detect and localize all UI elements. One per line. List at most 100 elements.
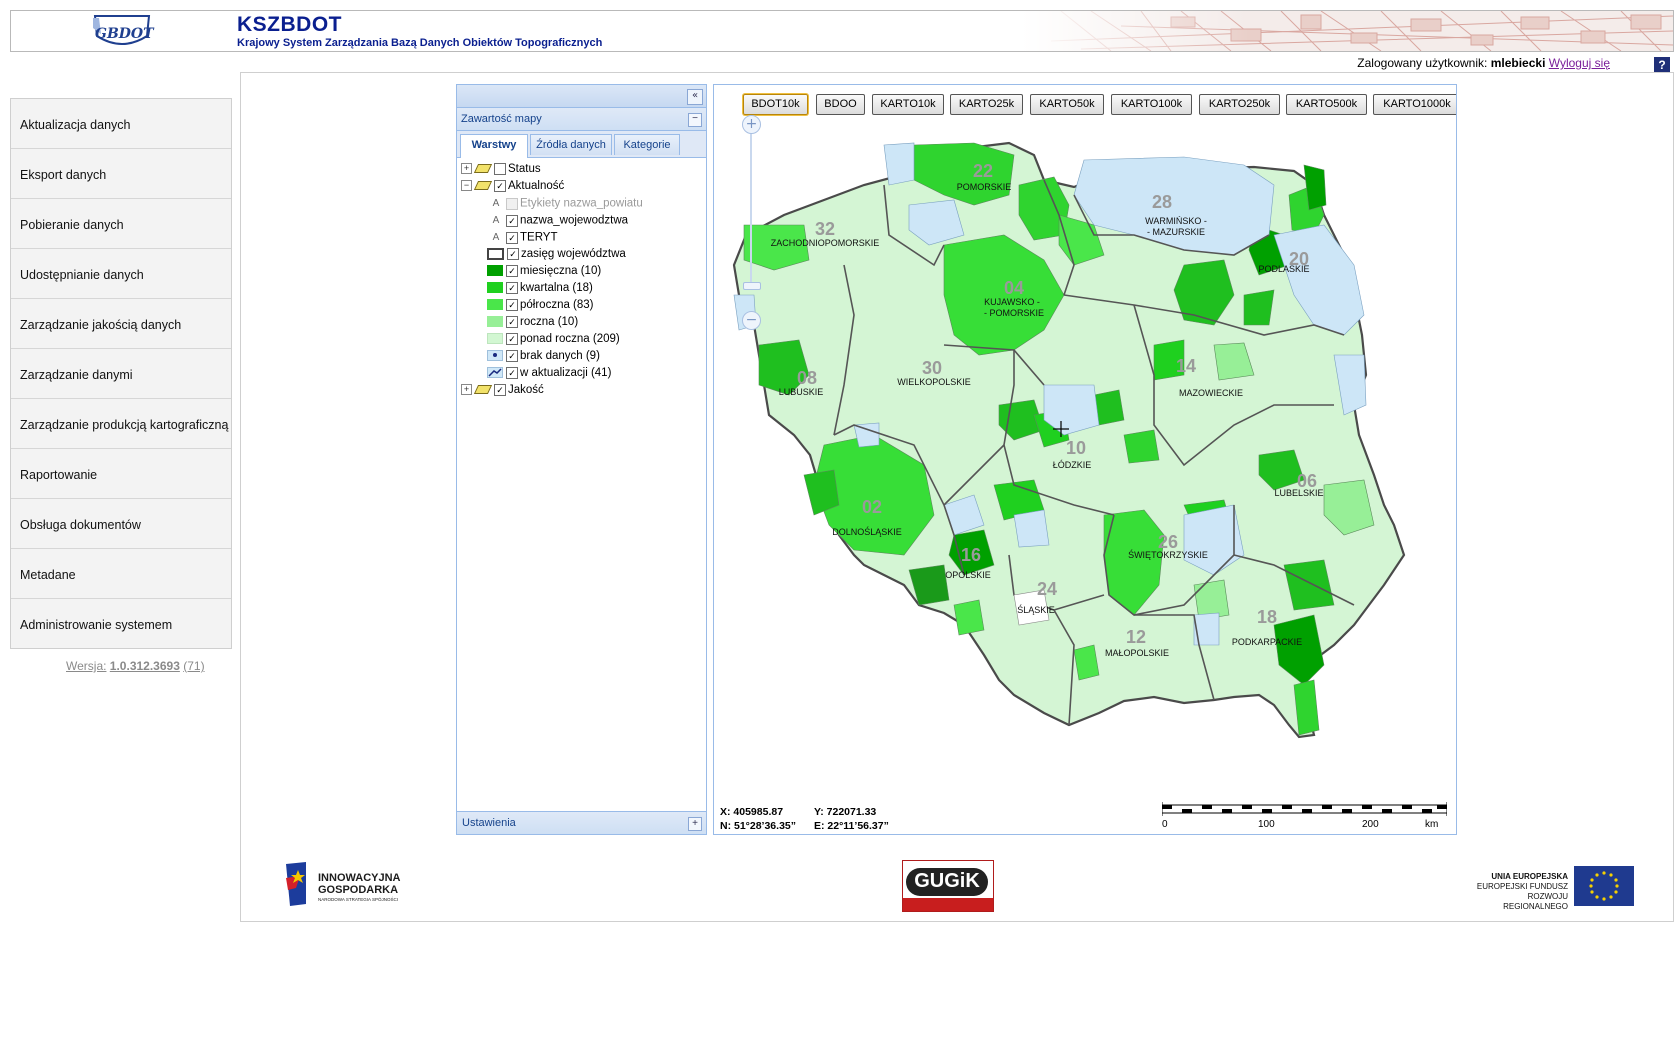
menu-item-produkcja-kartograficzna[interactable]: Zarządzanie produkcją kartograficzną: [11, 399, 231, 449]
gbdot-logo: GBDOT: [89, 14, 155, 50]
tree-node-aktualnosc[interactable]: − ✓ Aktualność: [461, 178, 564, 195]
scale-button-karto250k[interactable]: KARTO250k: [1199, 94, 1280, 115]
status-checkbox[interactable]: [494, 162, 506, 175]
collapse-icon[interactable]: −: [461, 180, 472, 192]
scale-button-karto1000k[interactable]: KARTO1000k: [1373, 94, 1456, 115]
zoom-out-icon[interactable]: −: [742, 311, 761, 330]
tree-node-brak-danych[interactable]: ✓ brak danych (9): [487, 348, 600, 365]
layer-group-icon: [473, 181, 493, 191]
kwartalna-checkbox[interactable]: ✓: [506, 281, 518, 294]
scale-button-karto25k[interactable]: KARTO25k: [950, 94, 1023, 115]
layer-panel-settings-bar[interactable]: Ustawienia +: [457, 811, 706, 834]
version-number: 1.0.312.3693: [109, 659, 180, 673]
region-name-12: MAŁOPOLSKIE: [1105, 648, 1169, 658]
text-layer-icon: A: [492, 232, 500, 243]
scale-button-karto50k[interactable]: KARTO50k: [1030, 94, 1104, 115]
version-info[interactable]: Wersja: 1.0.312.3693 (71): [66, 659, 205, 673]
region-name-32: ZACHODNIOPOMORSKIE: [771, 238, 880, 248]
tree-node-ponad-roczna[interactable]: ✓ ponad roczna (209): [487, 331, 620, 348]
tree-node-status[interactable]: + Status: [461, 161, 541, 178]
gugik-text: GUGiK: [914, 870, 980, 892]
scale-label-0: 0: [1162, 819, 1168, 830]
menu-item-raportowanie[interactable]: Raportowanie: [11, 449, 231, 499]
jakosc-checkbox[interactable]: ✓: [494, 383, 506, 396]
roczna-checkbox[interactable]: ✓: [506, 315, 518, 328]
tree-node-jakosc[interactable]: + ✓ Jakość: [461, 382, 544, 399]
logout-link[interactable]: Wyloguj się: [1549, 56, 1610, 70]
teryt-checkbox[interactable]: ✓: [506, 231, 518, 244]
region-code-10: 10: [1066, 438, 1086, 458]
region-name-18: PODKARPACKIE: [1232, 637, 1302, 647]
tree-node-etykiety[interactable]: A Etykiety nazwa_powiatu: [489, 195, 643, 212]
region-code-08: 08: [797, 368, 817, 388]
menu-item-udostepnianie-danych[interactable]: Udostępnianie danych: [11, 249, 231, 299]
scale-button-karto10k[interactable]: KARTO10k: [872, 94, 944, 115]
brak-danych-checkbox[interactable]: ✓: [506, 349, 518, 362]
scale-button-bdot10k[interactable]: BDOT10k: [743, 94, 808, 115]
coord-n: N: 51°28’36.35”: [720, 820, 796, 832]
help-button[interactable]: ?: [1654, 57, 1670, 73]
collapse-panel-icon[interactable]: «: [687, 89, 703, 105]
expand-icon[interactable]: +: [461, 384, 472, 396]
miesieczna-checkbox[interactable]: ✓: [506, 264, 518, 277]
menu-item-zarzadzanie-danymi[interactable]: Zarządzanie danymi: [11, 349, 231, 399]
menu-item-obsluga-dokumentow[interactable]: Obsługa dokumentów: [11, 499, 231, 549]
region-name-10: ŁÓDZKIE: [1053, 460, 1092, 470]
version-extra: (71): [183, 659, 205, 673]
layer-panel-title: Zawartość mapy −: [457, 108, 706, 131]
expand-icon[interactable]: +: [461, 163, 472, 175]
region-code-26: 26: [1158, 532, 1178, 552]
menu-item-metadane[interactable]: Metadane: [11, 549, 231, 599]
ponad-roczna-checkbox[interactable]: ✓: [506, 332, 518, 345]
tree-node-teryt[interactable]: A ✓ TERYT: [489, 229, 558, 246]
outline-swatch-icon: [487, 247, 504, 260]
tab-zrodla-danych[interactable]: Źródła danych: [530, 134, 612, 155]
map-content-title: Zawartość mapy: [461, 113, 542, 125]
polroczna-checkbox[interactable]: ✓: [506, 298, 518, 311]
nazwa-woj-checkbox[interactable]: ✓: [506, 214, 518, 227]
zoom-slider-handle[interactable]: [743, 282, 761, 290]
layer-group-icon: [473, 385, 493, 395]
update-line-icon: [487, 367, 503, 379]
scale-button-karto100k[interactable]: KARTO100k: [1111, 94, 1192, 115]
tree-node-miesieczna[interactable]: ✓ miesięczna (10): [487, 263, 601, 280]
menu-item-administrowanie[interactable]: Administrowanie systemem: [11, 599, 231, 648]
coord-e: E: 22°11’56.37”: [814, 820, 889, 832]
legend-swatch-icon: [487, 265, 503, 277]
etykiety-checkbox: [506, 197, 518, 210]
layer-panel: « Zawartość mapy − Warstwy Źródła danych…: [456, 84, 707, 835]
innowacyjna-gospodarka-logo: INNOWACYJNA GOSPODARKA NARODOWA STRATEGI…: [282, 860, 422, 908]
tree-node-roczna[interactable]: ✓ roczna (10): [487, 314, 578, 331]
map-viewport[interactable]: 22 POMORSKIE 28 WARMIŃSKO - - MAZURSKIE …: [713, 84, 1457, 835]
menu-item-aktualizacja-danych[interactable]: Aktualizacja danych: [11, 99, 231, 149]
tree-node-w-aktualizacji[interactable]: ✓ w aktualizacji (41): [487, 365, 611, 382]
tab-kategorie[interactable]: Kategorie: [614, 134, 680, 155]
menu-item-eksport-danych[interactable]: Eksport danych: [11, 149, 231, 199]
scale-button-karto500k[interactable]: KARTO500k: [1286, 94, 1367, 115]
tree-node-nazwa-wojewodztwa[interactable]: A ✓ nazwa_wojewodztwa: [489, 212, 628, 229]
poland-map[interactable]: 22 POMORSKIE 28 WARMIŃSKO - - MAZURSKIE …: [714, 85, 1456, 834]
region-name-28a: WARMIŃSKO -: [1145, 216, 1207, 226]
menu-item-zarzadzanie-jakoscia[interactable]: Zarządzanie jakością danych: [11, 299, 231, 349]
region-name-20: PODLASKIE: [1258, 264, 1309, 274]
username: mlebiecki: [1490, 56, 1546, 70]
expand-settings-icon[interactable]: +: [688, 817, 702, 831]
header-bar: GBDOT KSZBDOT Krajowy System Zarządzania…: [10, 10, 1674, 52]
version-label: Wersja:: [66, 659, 107, 673]
main-menu: Aktualizacja danych Eksport danych Pobie…: [10, 98, 232, 649]
minimize-icon[interactable]: −: [688, 113, 702, 127]
legend-swatch-icon: [487, 316, 503, 328]
scale-button-bdoo[interactable]: BDOO: [816, 94, 865, 115]
tab-warstwy[interactable]: Warstwy: [460, 134, 528, 158]
zasieg-checkbox[interactable]: ✓: [507, 247, 519, 260]
zoom-slider-track[interactable]: [750, 115, 752, 283]
menu-item-pobieranie-danych[interactable]: Pobieranie danych: [11, 199, 231, 249]
aktualnosc-checkbox[interactable]: ✓: [494, 179, 506, 192]
tree-node-polroczna[interactable]: ✓ półroczna (83): [487, 297, 594, 314]
region-name-26: ŚWIĘTOKRZYSKIE: [1128, 549, 1208, 560]
tree-node-kwartalna[interactable]: ✓ kwartalna (18): [487, 280, 593, 297]
w-aktualizacji-checkbox[interactable]: ✓: [506, 366, 518, 379]
tree-node-zasieg[interactable]: ✓ zasięg województwa: [487, 246, 626, 263]
zoom-in-icon[interactable]: +: [742, 115, 761, 134]
legend-swatch-icon: [487, 350, 503, 362]
